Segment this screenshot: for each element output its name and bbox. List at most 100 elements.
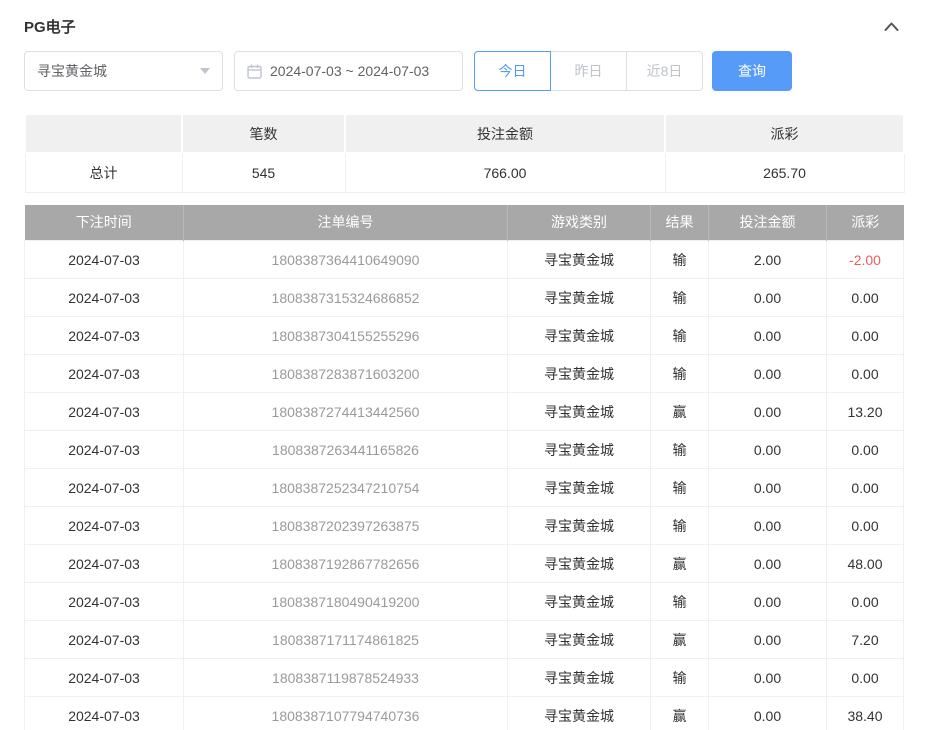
amount-cell: 0.00 [709, 279, 827, 317]
amount-cell: 0.00 [709, 621, 827, 659]
amount-cell: 0.00 [709, 545, 827, 583]
amount-cell: 0.00 [709, 469, 827, 507]
game-type-cell: 寻宝黄金城 [508, 469, 651, 507]
quick-range-button-group: 今日 昨日 近8日 [474, 51, 703, 91]
result-cell: 赢 [651, 621, 709, 659]
bet-time-cell: 2024-07-03 [25, 621, 184, 659]
collapse-button[interactable] [880, 18, 903, 35]
game-type-cell: 寻宝黄金城 [508, 659, 651, 697]
payout-cell: 0.00 [827, 659, 904, 697]
payout-cell: 0.00 [827, 317, 904, 355]
table-row: 2024-07-031808387202397263875寻宝黄金城输0.000… [25, 507, 904, 545]
amount-cell: 0.00 [709, 431, 827, 469]
game-type-cell: 寻宝黄金城 [508, 545, 651, 583]
table-row: 2024-07-031808387119878524933寻宝黄金城输0.000… [25, 659, 904, 697]
table-row: 2024-07-031808387263441165826寻宝黄金城输0.000… [25, 431, 904, 469]
bet-table-body: 2024-07-031808387364410649090寻宝黄金城输2.00-… [25, 241, 904, 730]
game-select[interactable]: 寻宝黄金城 [24, 51, 223, 91]
game-type-cell: 寻宝黄金城 [508, 355, 651, 393]
header-bet-id: 注单编号 [184, 205, 508, 241]
yesterday-button[interactable]: 昨日 [550, 51, 627, 91]
amount-cell: 0.00 [709, 393, 827, 431]
payout-cell: -2.00 [827, 241, 904, 279]
bet-id-cell: 1808387315324686852 [184, 279, 508, 317]
game-type-cell: 寻宝黄金城 [508, 317, 651, 355]
summary-table: 笔数 投注金额 派彩 总计 545 766.00 265.70 [24, 113, 905, 193]
payout-cell: 13.20 [827, 393, 904, 431]
summary-total-label: 总计 [25, 153, 182, 192]
result-cell: 输 [651, 659, 709, 697]
bet-id-cell: 1808387274413442560 [184, 393, 508, 431]
bet-id-cell: 1808387171174861825 [184, 621, 508, 659]
bet-id-cell: 1808387202397263875 [184, 507, 508, 545]
amount-cell: 0.00 [709, 659, 827, 697]
date-range-value: 2024-07-03 ~ 2024-07-03 [270, 63, 429, 79]
today-button[interactable]: 今日 [474, 51, 551, 91]
table-row: 2024-07-031808387180490419200寻宝黄金城输0.000… [25, 583, 904, 621]
bet-time-cell: 2024-07-03 [25, 355, 184, 393]
game-type-cell: 寻宝黄金城 [508, 279, 651, 317]
last8days-button[interactable]: 近8日 [626, 51, 703, 91]
table-row: 2024-07-031808387274413442560寻宝黄金城赢0.001… [25, 393, 904, 431]
game-type-cell: 寻宝黄金城 [508, 241, 651, 279]
bet-time-cell: 2024-07-03 [25, 241, 184, 279]
table-row: 2024-07-031808387252347210754寻宝黄金城输0.000… [25, 469, 904, 507]
amount-cell: 0.00 [709, 507, 827, 545]
bet-id-cell: 1808387180490419200 [184, 583, 508, 621]
result-cell: 赢 [651, 393, 709, 431]
amount-cell: 0.00 [709, 697, 827, 730]
bet-id-cell: 1808387283871603200 [184, 355, 508, 393]
date-range-input[interactable]: 2024-07-03 ~ 2024-07-03 [234, 51, 463, 91]
result-cell: 输 [651, 583, 709, 621]
filter-row: 寻宝黄金城 2024-07-03 ~ 2024-07-03 今日 昨日 [24, 51, 903, 91]
result-cell: 输 [651, 431, 709, 469]
game-type-cell: 寻宝黄金城 [508, 431, 651, 469]
summary-total-row: 总计 545 766.00 265.70 [25, 153, 904, 192]
table-row: 2024-07-031808387364410649090寻宝黄金城输2.00-… [25, 241, 904, 279]
result-cell: 输 [651, 241, 709, 279]
calendar-icon [247, 64, 262, 79]
payout-cell: 38.40 [827, 697, 904, 730]
bet-id-cell: 1808387119878524933 [184, 659, 508, 697]
bet-id-cell: 1808387107794740736 [184, 697, 508, 730]
game-type-cell: 寻宝黄金城 [508, 583, 651, 621]
bet-time-cell: 2024-07-03 [25, 583, 184, 621]
bet-time-cell: 2024-07-03 [25, 507, 184, 545]
table-row: 2024-07-031808387107794740736寻宝黄金城赢0.003… [25, 697, 904, 730]
bet-time-cell: 2024-07-03 [25, 279, 184, 317]
game-type-cell: 寻宝黄金城 [508, 393, 651, 431]
bet-id-cell: 1808387252347210754 [184, 469, 508, 507]
table-row: 2024-07-031808387315324686852寻宝黄金城输0.000… [25, 279, 904, 317]
header-payout: 派彩 [827, 205, 904, 241]
search-button[interactable]: 查询 [712, 51, 792, 91]
header-game-type: 游戏类别 [508, 205, 651, 241]
payout-cell: 0.00 [827, 469, 904, 507]
payout-cell: 48.00 [827, 545, 904, 583]
bet-id-cell: 1808387304155255296 [184, 317, 508, 355]
table-row: 2024-07-031808387171174861825寻宝黄金城赢0.007… [25, 621, 904, 659]
pg-panel: PG电子 寻宝黄金城 [0, 0, 927, 730]
bet-time-cell: 2024-07-03 [25, 431, 184, 469]
amount-cell: 2.00 [709, 241, 827, 279]
result-cell: 输 [651, 507, 709, 545]
amount-cell: 0.00 [709, 317, 827, 355]
bet-time-cell: 2024-07-03 [25, 545, 184, 583]
bet-table: 下注时间 注单编号 游戏类别 结果 投注金额 派彩 2024-07-031808… [24, 205, 904, 730]
game-type-cell: 寻宝黄金城 [508, 507, 651, 545]
result-cell: 输 [651, 355, 709, 393]
amount-cell: 0.00 [709, 583, 827, 621]
result-cell: 赢 [651, 545, 709, 583]
result-cell: 输 [651, 317, 709, 355]
bet-time-cell: 2024-07-03 [25, 393, 184, 431]
payout-cell: 0.00 [827, 507, 904, 545]
table-row: 2024-07-031808387192867782656寻宝黄金城赢0.004… [25, 545, 904, 583]
panel-header: PG电子 [24, 0, 903, 49]
header-bet-time: 下注时间 [25, 205, 184, 241]
bet-id-cell: 1808387263441165826 [184, 431, 508, 469]
table-row: 2024-07-031808387304155255296寻宝黄金城输0.000… [25, 317, 904, 355]
page-title: PG电子 [24, 16, 76, 37]
payout-cell: 7.20 [827, 621, 904, 659]
result-cell: 赢 [651, 697, 709, 730]
summary-total-count: 545 [182, 153, 345, 192]
bet-id-cell: 1808387364410649090 [184, 241, 508, 279]
